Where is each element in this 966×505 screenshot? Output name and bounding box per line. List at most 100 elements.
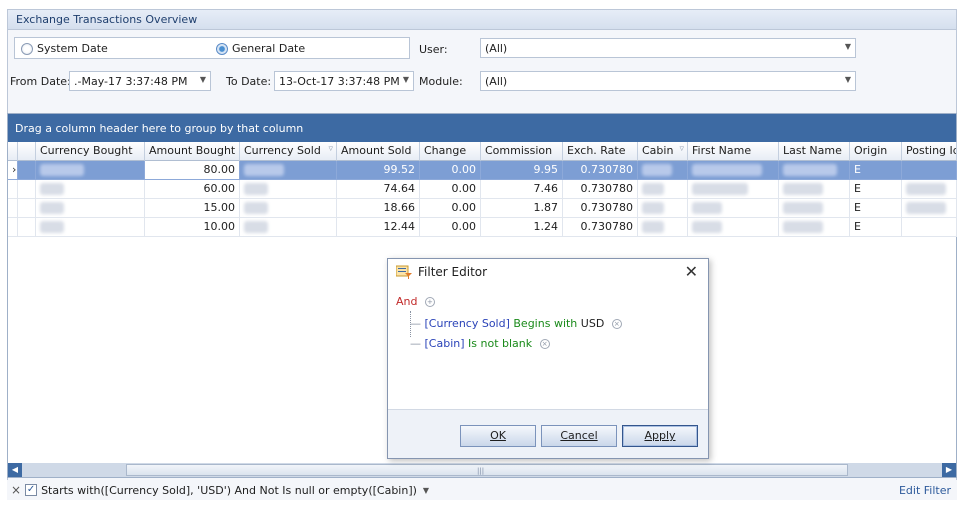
col-header-commission[interactable]: Commission [481,142,563,161]
cell-amount-sold[interactable]: 99.52 [337,161,420,180]
cell-posting-id[interactable] [902,180,957,199]
cell-origin[interactable]: E [850,180,902,199]
cell-currency-bought[interactable] [36,161,145,180]
cell-exch-rate[interactable]: 0.730780 [563,180,638,199]
cell-cabin[interactable] [638,180,688,199]
chevron-down-icon[interactable]: ▼ [200,75,206,84]
from-date-picker[interactable]: .-May-17 3:37:48 PM ▼ [69,71,211,91]
horizontal-scrollbar[interactable]: ◀ ||| ▶ [8,463,956,477]
chevron-down-icon[interactable]: ▼ [423,486,429,495]
cell-posting-id[interactable] [902,161,957,180]
cell-change[interactable]: 0.00 [420,218,481,237]
cancel-button[interactable]: Cancel [541,425,617,447]
module-select[interactable]: (All) ▼ [480,71,856,91]
cell-cabin[interactable] [638,199,688,218]
condition-value[interactable]: USD [581,317,605,330]
col-header-last-name[interactable]: Last Name [779,142,850,161]
col-header-amount-bought[interactable]: Amount Bought [145,142,240,161]
cell-cabin[interactable] [638,218,688,237]
condition-row[interactable]: — [Cabin] Is not blank × [410,337,550,350]
table-row[interactable]: 60.00 74.64 0.00 7.46 0.730780 E [8,180,957,199]
cell-last-name[interactable] [779,218,850,237]
cell-currency-sold[interactable] [240,180,337,199]
system-date-radio[interactable]: System Date [21,42,108,55]
cell-exch-rate[interactable]: 0.730780 [563,161,638,180]
user-select[interactable]: (All) ▼ [480,38,856,58]
cell-commission[interactable]: 1.24 [481,218,563,237]
table-row[interactable]: › 80.00 99.52 0.00 9.95 0.730780 E [8,161,957,180]
cell-amount-bought[interactable]: 15.00 [145,199,240,218]
cell-commission[interactable]: 7.46 [481,180,563,199]
clear-filter-icon[interactable]: × [11,483,21,497]
cell-amount-sold[interactable]: 18.66 [337,199,420,218]
group-operator[interactable]: And [396,295,417,308]
cell-first-name[interactable] [688,218,779,237]
col-header-amount-sold[interactable]: Amount Sold [337,142,420,161]
cell-exch-rate[interactable]: 0.730780 [563,199,638,218]
filter-funnel-icon[interactable]: ▿ [328,144,333,154]
cell-currency-bought[interactable] [36,180,145,199]
ok-button[interactable]: OK [460,425,536,447]
group-by-panel[interactable]: Drag a column header here to group by th… [8,114,956,142]
condition-row[interactable]: — [Currency Sold] Begins with USD × [410,317,622,330]
col-header-currency-sold[interactable]: Currency Sold ▿ [240,142,337,161]
cell-currency-bought[interactable] [36,199,145,218]
group-operator-row[interactable]: And + [396,295,435,308]
add-condition-icon[interactable]: + [424,297,435,307]
cell-posting-id[interactable] [902,218,957,237]
condition-field[interactable]: [Cabin] [425,337,465,350]
scroll-left-icon[interactable]: ◀ [8,463,22,477]
cell-exch-rate[interactable]: 0.730780 [563,218,638,237]
col-header-origin[interactable]: Origin [850,142,902,161]
cell-amount-bought[interactable]: 80.00 [145,161,240,180]
edit-filter-link[interactable]: Edit Filter [899,484,951,497]
close-icon[interactable]: ✕ [685,262,698,281]
to-date-picker[interactable]: 13-Oct-17 3:37:48 PM ▼ [274,71,414,91]
cell-change[interactable]: 0.00 [420,161,481,180]
scrollbar-thumb[interactable]: ||| [126,464,848,476]
remove-condition-icon[interactable]: × [611,319,622,329]
col-header-posting-id[interactable]: Posting Id [902,142,957,161]
cell-first-name[interactable] [688,180,779,199]
cell-currency-bought[interactable] [36,218,145,237]
apply-button[interactable]: Apply [622,425,698,447]
cell-currency-sold[interactable] [240,199,337,218]
cell-last-name[interactable] [779,180,850,199]
cell-currency-sold[interactable] [240,161,337,180]
cell-last-name[interactable] [779,161,850,180]
cell-origin[interactable]: E [850,218,902,237]
general-date-radio[interactable]: General Date [216,42,305,55]
condition-field[interactable]: [Currency Sold] [425,317,510,330]
cell-cabin[interactable] [638,161,688,180]
col-header-change[interactable]: Change [420,142,481,161]
cell-currency-sold[interactable] [240,218,337,237]
col-header-exch-rate[interactable]: Exch. Rate [563,142,638,161]
scroll-right-icon[interactable]: ▶ [942,463,956,477]
cell-first-name[interactable] [688,199,779,218]
table-row[interactable]: 15.00 18.66 0.00 1.87 0.730780 E [8,199,957,218]
cell-change[interactable]: 0.00 [420,199,481,218]
filter-expression[interactable]: Starts with([Currency Sold], 'USD') And … [41,484,417,497]
cell-amount-sold[interactable]: 74.64 [337,180,420,199]
col-header-currency-bought[interactable]: Currency Bought [36,142,145,161]
cell-origin[interactable]: E [850,199,902,218]
cell-posting-id[interactable] [902,199,957,218]
cell-amount-bought[interactable]: 10.00 [145,218,240,237]
cell-last-name[interactable] [779,199,850,218]
chevron-down-icon[interactable]: ▼ [403,75,409,84]
cell-commission[interactable]: 1.87 [481,199,563,218]
filter-enabled-checkbox[interactable]: ✓ [25,484,38,496]
remove-condition-icon[interactable]: × [539,339,550,349]
col-header-first-name[interactable]: First Name [688,142,779,161]
table-row[interactable]: 10.00 12.44 0.00 1.24 0.730780 E [8,218,957,237]
col-header-cabin[interactable]: Cabin ▿ [638,142,688,161]
chevron-down-icon[interactable]: ▼ [845,42,851,51]
condition-operator[interactable]: Begins with [513,317,577,330]
cell-amount-sold[interactable]: 12.44 [337,218,420,237]
cell-commission[interactable]: 9.95 [481,161,563,180]
condition-operator[interactable]: Is not blank [468,337,532,350]
cell-origin[interactable]: E [850,161,902,180]
cell-change[interactable]: 0.00 [420,180,481,199]
chevron-down-icon[interactable]: ▼ [845,75,851,84]
cell-amount-bought[interactable]: 60.00 [145,180,240,199]
